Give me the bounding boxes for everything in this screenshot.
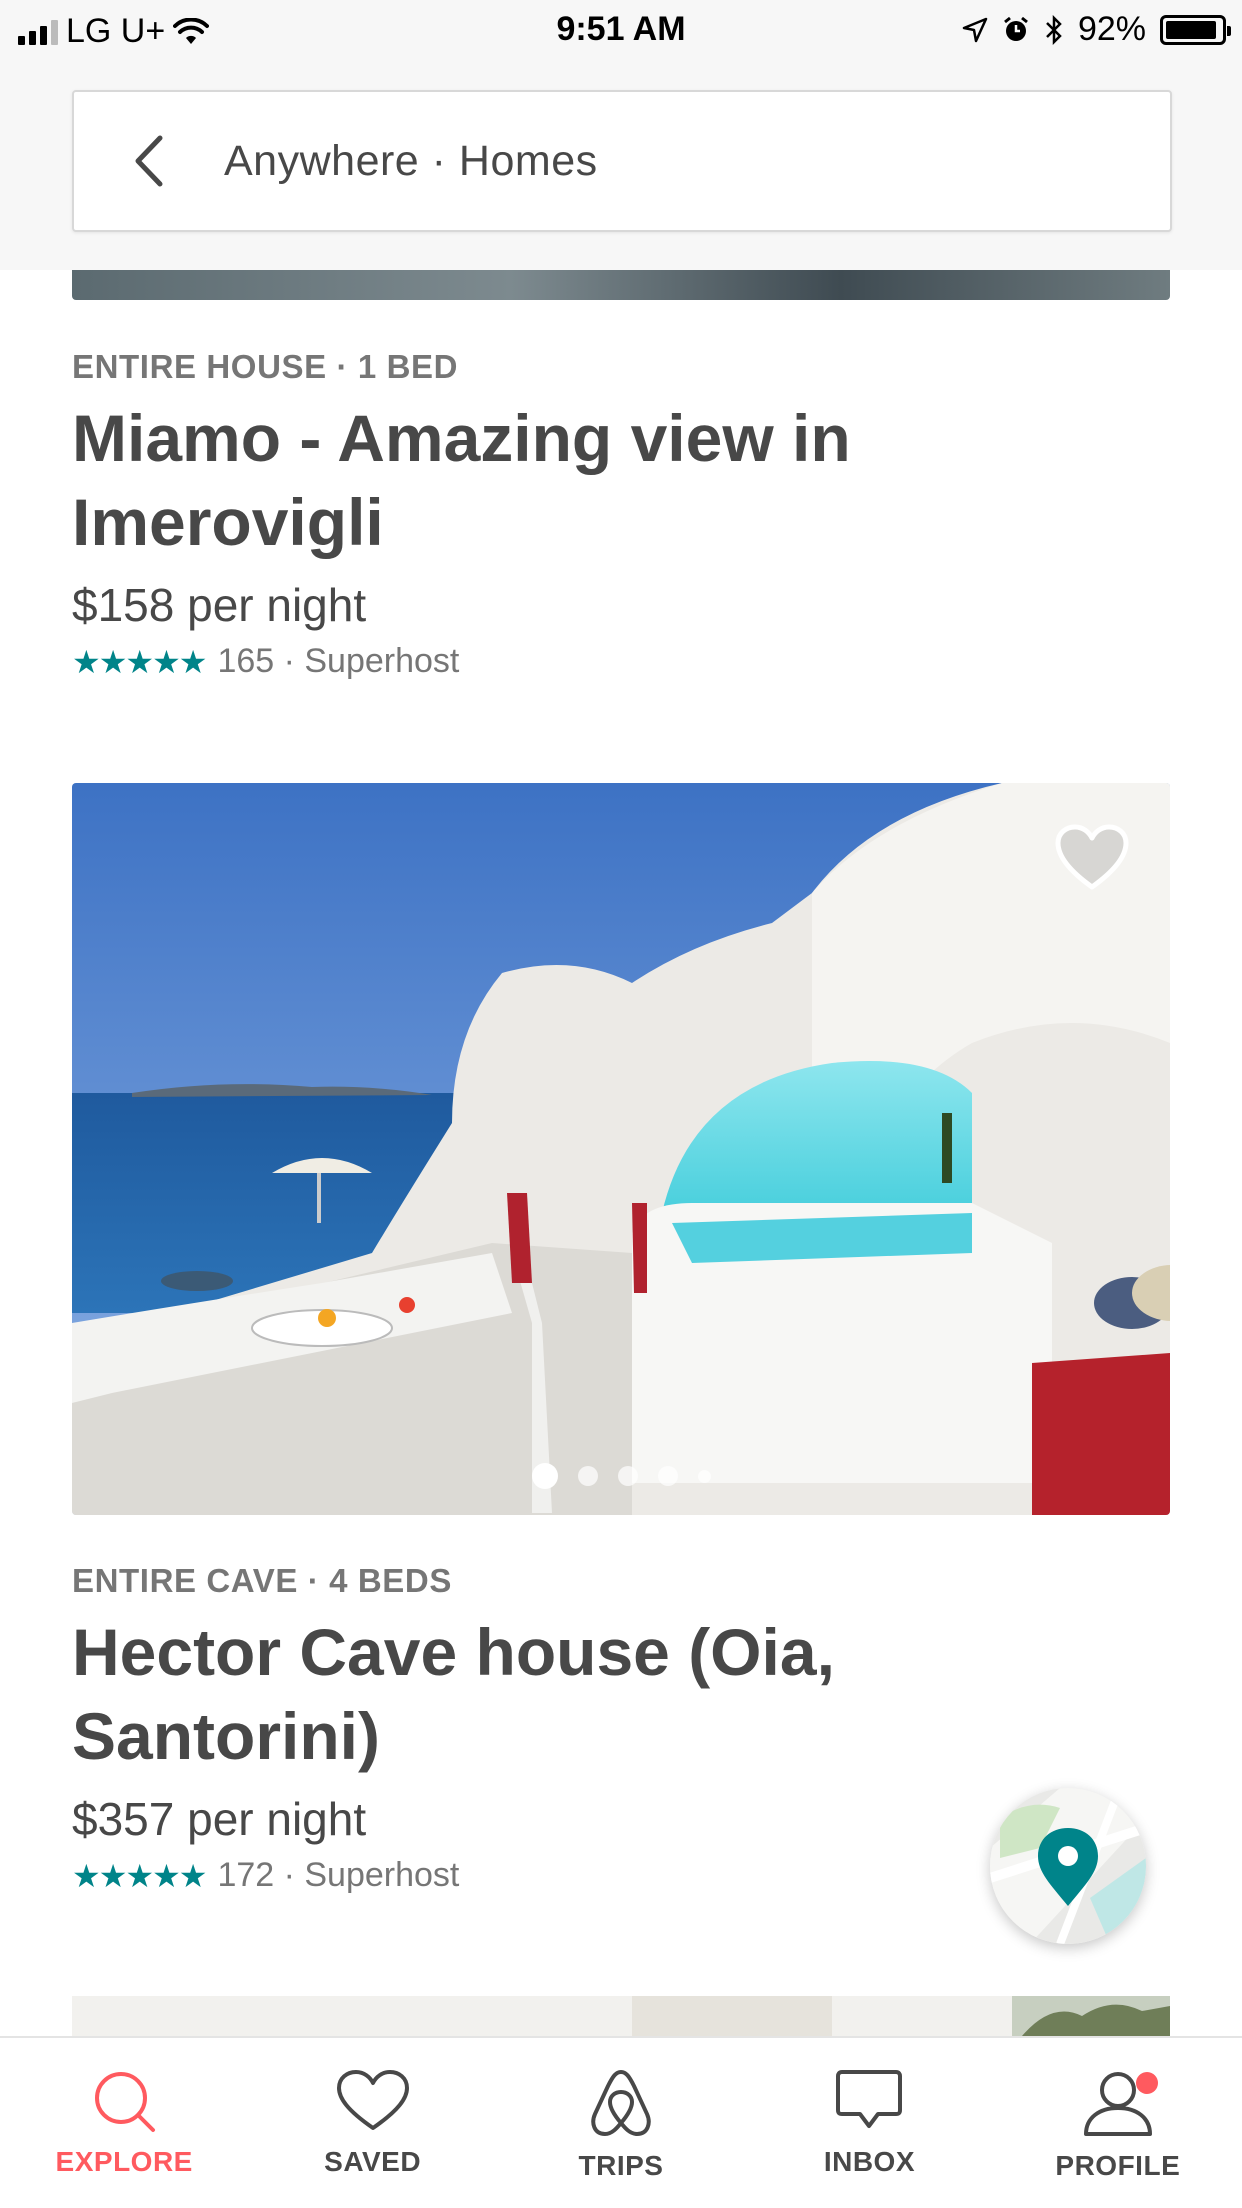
listing-title[interactable]: Miamo - Amazing view in Imerovigli	[72, 396, 872, 564]
tab-label: TRIPS	[578, 2150, 664, 2181]
review-count: 165 · Superhost	[217, 642, 460, 680]
tab-saved[interactable]: SAVED	[248, 2038, 496, 2208]
save-heart-button[interactable]	[1054, 823, 1130, 893]
status-bar: LG U+ 9:51 AM 92%	[0, 0, 1242, 62]
pagination-dot[interactable]	[657, 1466, 678, 1486]
location-arrow-icon	[962, 17, 988, 42]
map-pin-icon	[990, 1788, 1146, 1944]
listing-card[interactable]: ENTIRE HOUSE · 1 BED Miamo - Amazing vie…	[72, 348, 1172, 681]
listing-type: ENTIRE CAVE · 4 BEDS	[72, 1562, 452, 1599]
pagination-dot[interactable]	[531, 1463, 558, 1489]
alarm-icon	[1004, 16, 1028, 41]
pagination-dot[interactable]	[697, 1469, 711, 1483]
search-icon	[95, 2072, 156, 2132]
search-query[interactable]: Anywhere · Homes	[224, 137, 598, 186]
tab-label: INBOX	[823, 2146, 916, 2177]
pagination-dot[interactable]	[577, 1466, 598, 1486]
review-count: 172 · Superhost	[217, 1856, 460, 1894]
notification-badge	[1135, 2072, 1158, 2094]
bluetooth-icon	[1046, 14, 1062, 45]
back-button[interactable]	[74, 92, 224, 230]
message-icon	[836, 2070, 903, 2128]
signal-icon	[18, 19, 58, 45]
heart-icon	[336, 2070, 409, 2130]
listing-title[interactable]: Hector Cave house (Oia, Santorini)	[72, 1610, 872, 1778]
listing-photo[interactable]	[72, 783, 1170, 1515]
tab-label: PROFILE	[1055, 2150, 1181, 2181]
wifi-icon	[173, 17, 210, 44]
tab-inbox[interactable]: INBOX	[745, 2038, 993, 2208]
listing-photo-image	[72, 783, 1170, 1515]
carrier-label: LG U+	[66, 12, 166, 50]
battery-percent: 92%	[1077, 10, 1146, 48]
airbnb-logo-icon	[591, 2070, 651, 2136]
listing-photo-partial[interactable]	[72, 270, 1170, 300]
battery-icon	[1160, 14, 1231, 45]
listing-photo-partial[interactable]	[72, 1996, 1170, 2036]
listing-price: $158 per night	[72, 579, 367, 631]
pagination-dot[interactable]	[617, 1466, 638, 1486]
chevron-left-icon	[135, 135, 163, 187]
search-bar[interactable]: Anywhere · Homes	[72, 90, 1172, 232]
tab-profile[interactable]: PROFILE	[994, 2038, 1242, 2208]
heart-outline-icon	[1055, 824, 1129, 890]
listing-type: ENTIRE HOUSE · 1 BED	[72, 348, 459, 385]
map-button[interactable]	[990, 1788, 1146, 1944]
tab-explore[interactable]: EXPLORE	[0, 2038, 248, 2208]
tab-label: SAVED	[324, 2146, 422, 2177]
star-rating-icon: ★★★★★	[72, 643, 207, 680]
listing-rating: ★★★★★ 165 · Superhost	[72, 642, 1172, 681]
photo-pagination[interactable]	[72, 1463, 1170, 1489]
tab-trips[interactable]: TRIPS	[497, 2038, 745, 2208]
tab-bar: EXPLORE SAVED TRIPS INBOX PROFILE	[0, 2036, 1242, 2208]
star-rating-icon: ★★★★★	[72, 1857, 207, 1894]
tab-label: EXPLORE	[55, 2146, 193, 2177]
